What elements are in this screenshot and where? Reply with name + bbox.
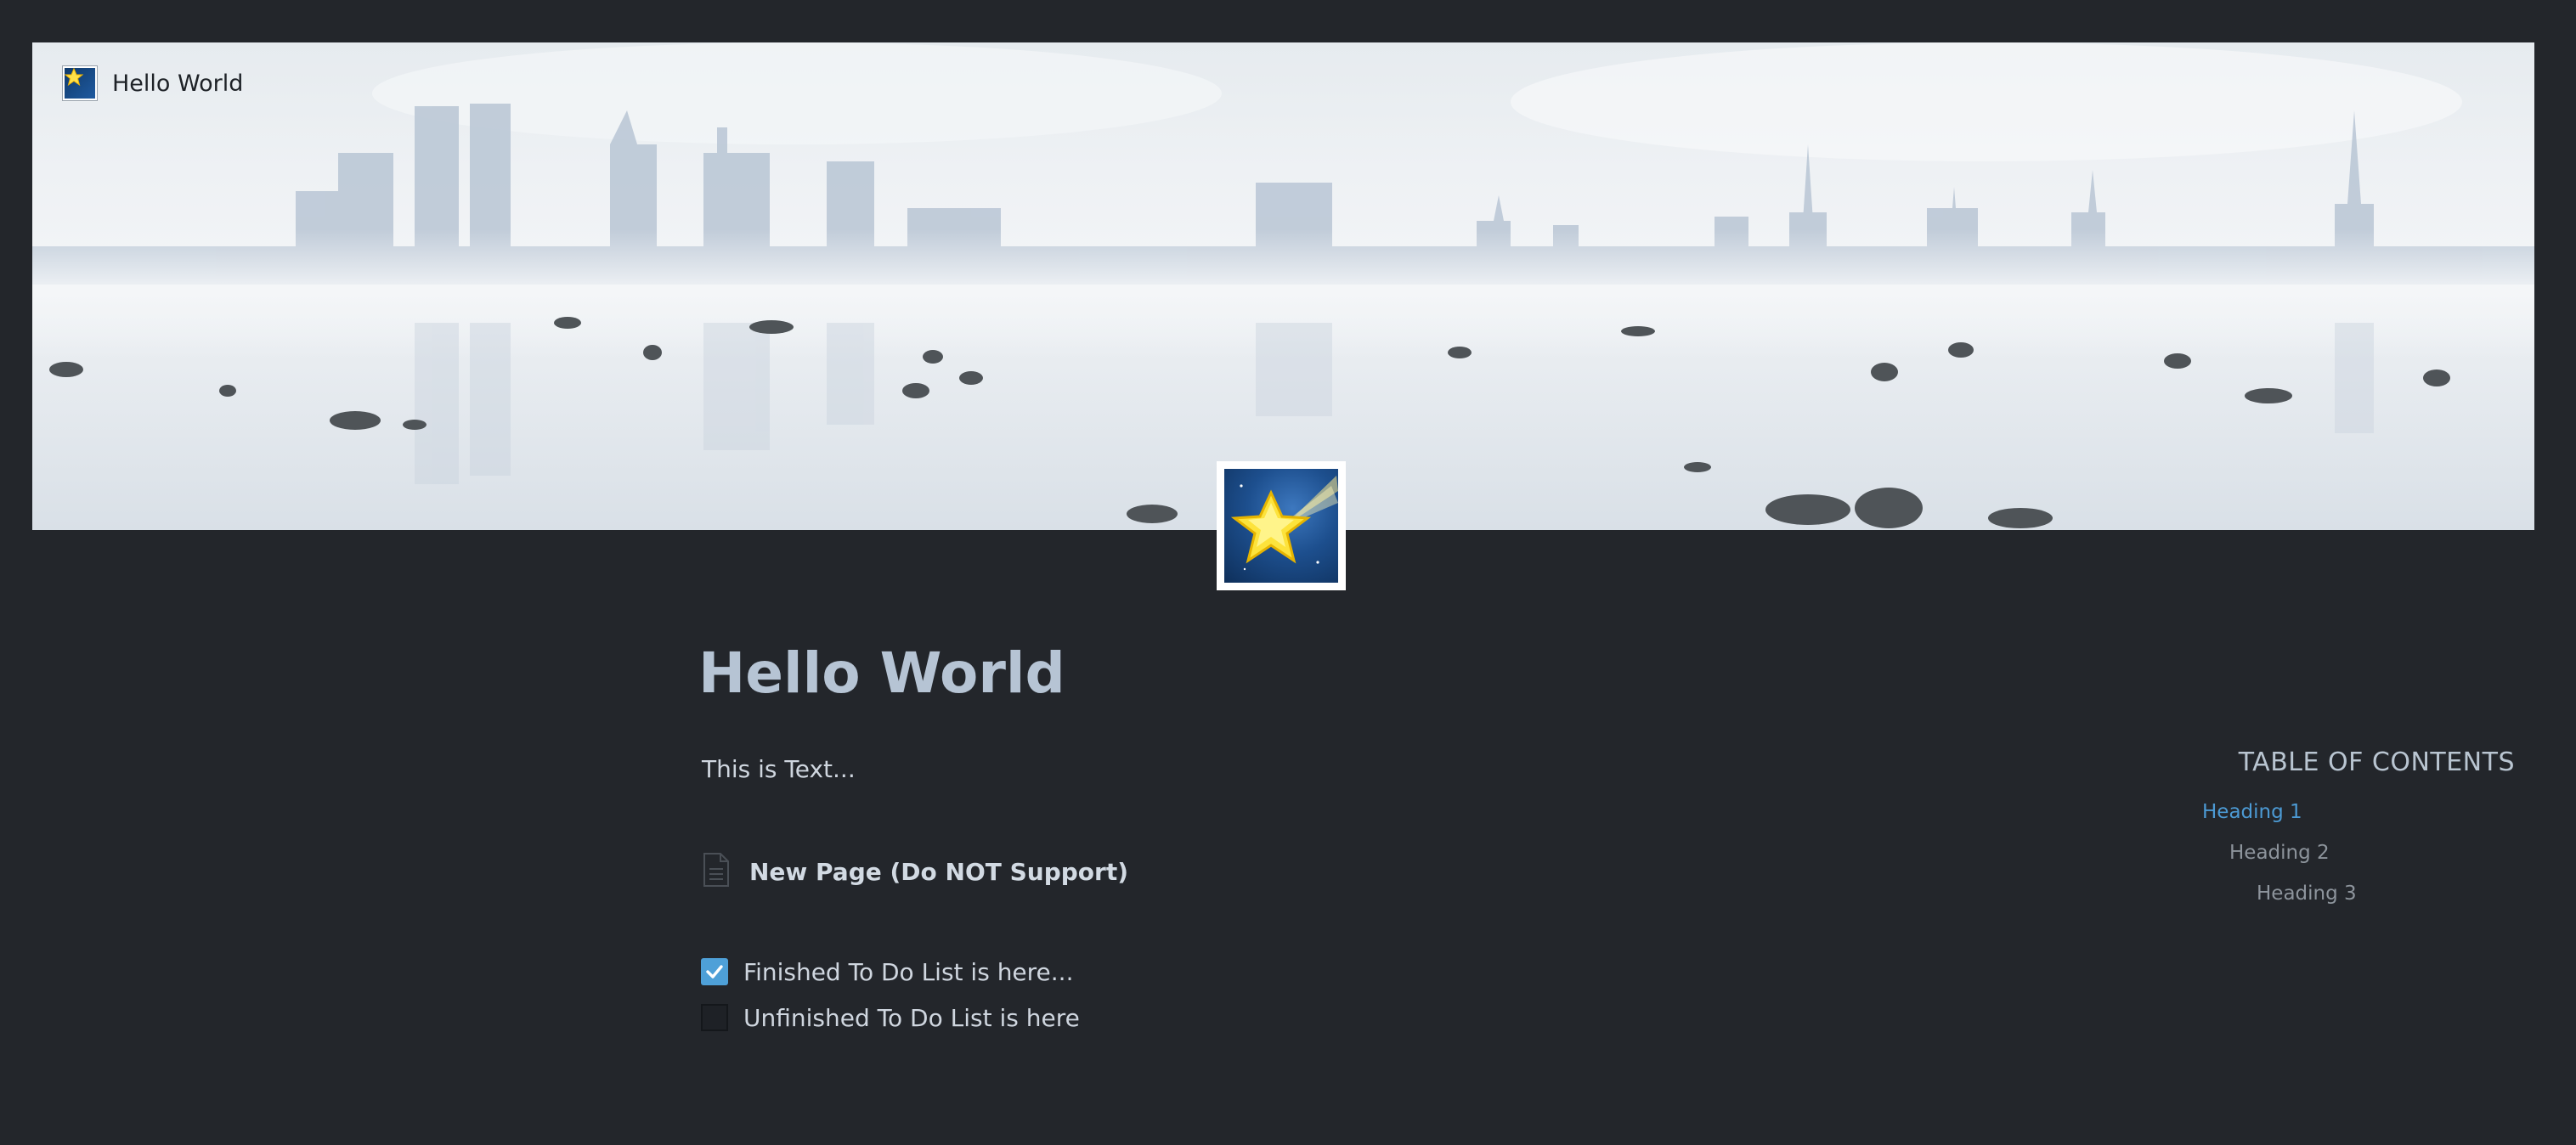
checkmark-icon	[706, 965, 723, 979]
shooting-star-icon	[1224, 469, 1338, 583]
todo-label: Finished To Do List is here...	[743, 957, 1074, 986]
todo-checkbox-unchecked[interactable]	[701, 1004, 728, 1031]
todo-item-finished[interactable]: Finished To Do List is here...	[701, 955, 1074, 989]
subpage-link[interactable]: New Page (Do NOT Support)	[702, 853, 1128, 890]
subpage-link-label: New Page (Do NOT Support)	[749, 857, 1129, 886]
todo-checkbox-checked[interactable]	[701, 958, 728, 985]
breadcrumb[interactable]: Hello World	[63, 66, 243, 100]
toc-title: TABLE OF CONTENTS	[2238, 747, 2515, 777]
city-skyline-cover-art	[32, 42, 2534, 530]
todo-item-unfinished[interactable]: Unfinished To Do List is here	[701, 1001, 1080, 1035]
page: Hello World Hello World This is Text...	[0, 0, 2576, 1145]
document-icon	[702, 852, 731, 891]
shooting-star-icon	[63, 66, 97, 100]
todo-label: Unfinished To Do List is here	[743, 1003, 1080, 1032]
cover-image: Hello World	[32, 42, 2534, 530]
page-title[interactable]: Hello World	[698, 635, 1065, 712]
toc-item-heading-2[interactable]: Heading 2	[2229, 840, 2330, 866]
toc-item-heading-1[interactable]: Heading 1	[2202, 799, 2302, 825]
text-block[interactable]: This is Text...	[702, 754, 856, 785]
breadcrumb-page-title: Hello World	[112, 70, 244, 97]
toc-item-heading-3[interactable]: Heading 3	[2257, 881, 2357, 906]
page-icon[interactable]	[1217, 461, 1346, 590]
